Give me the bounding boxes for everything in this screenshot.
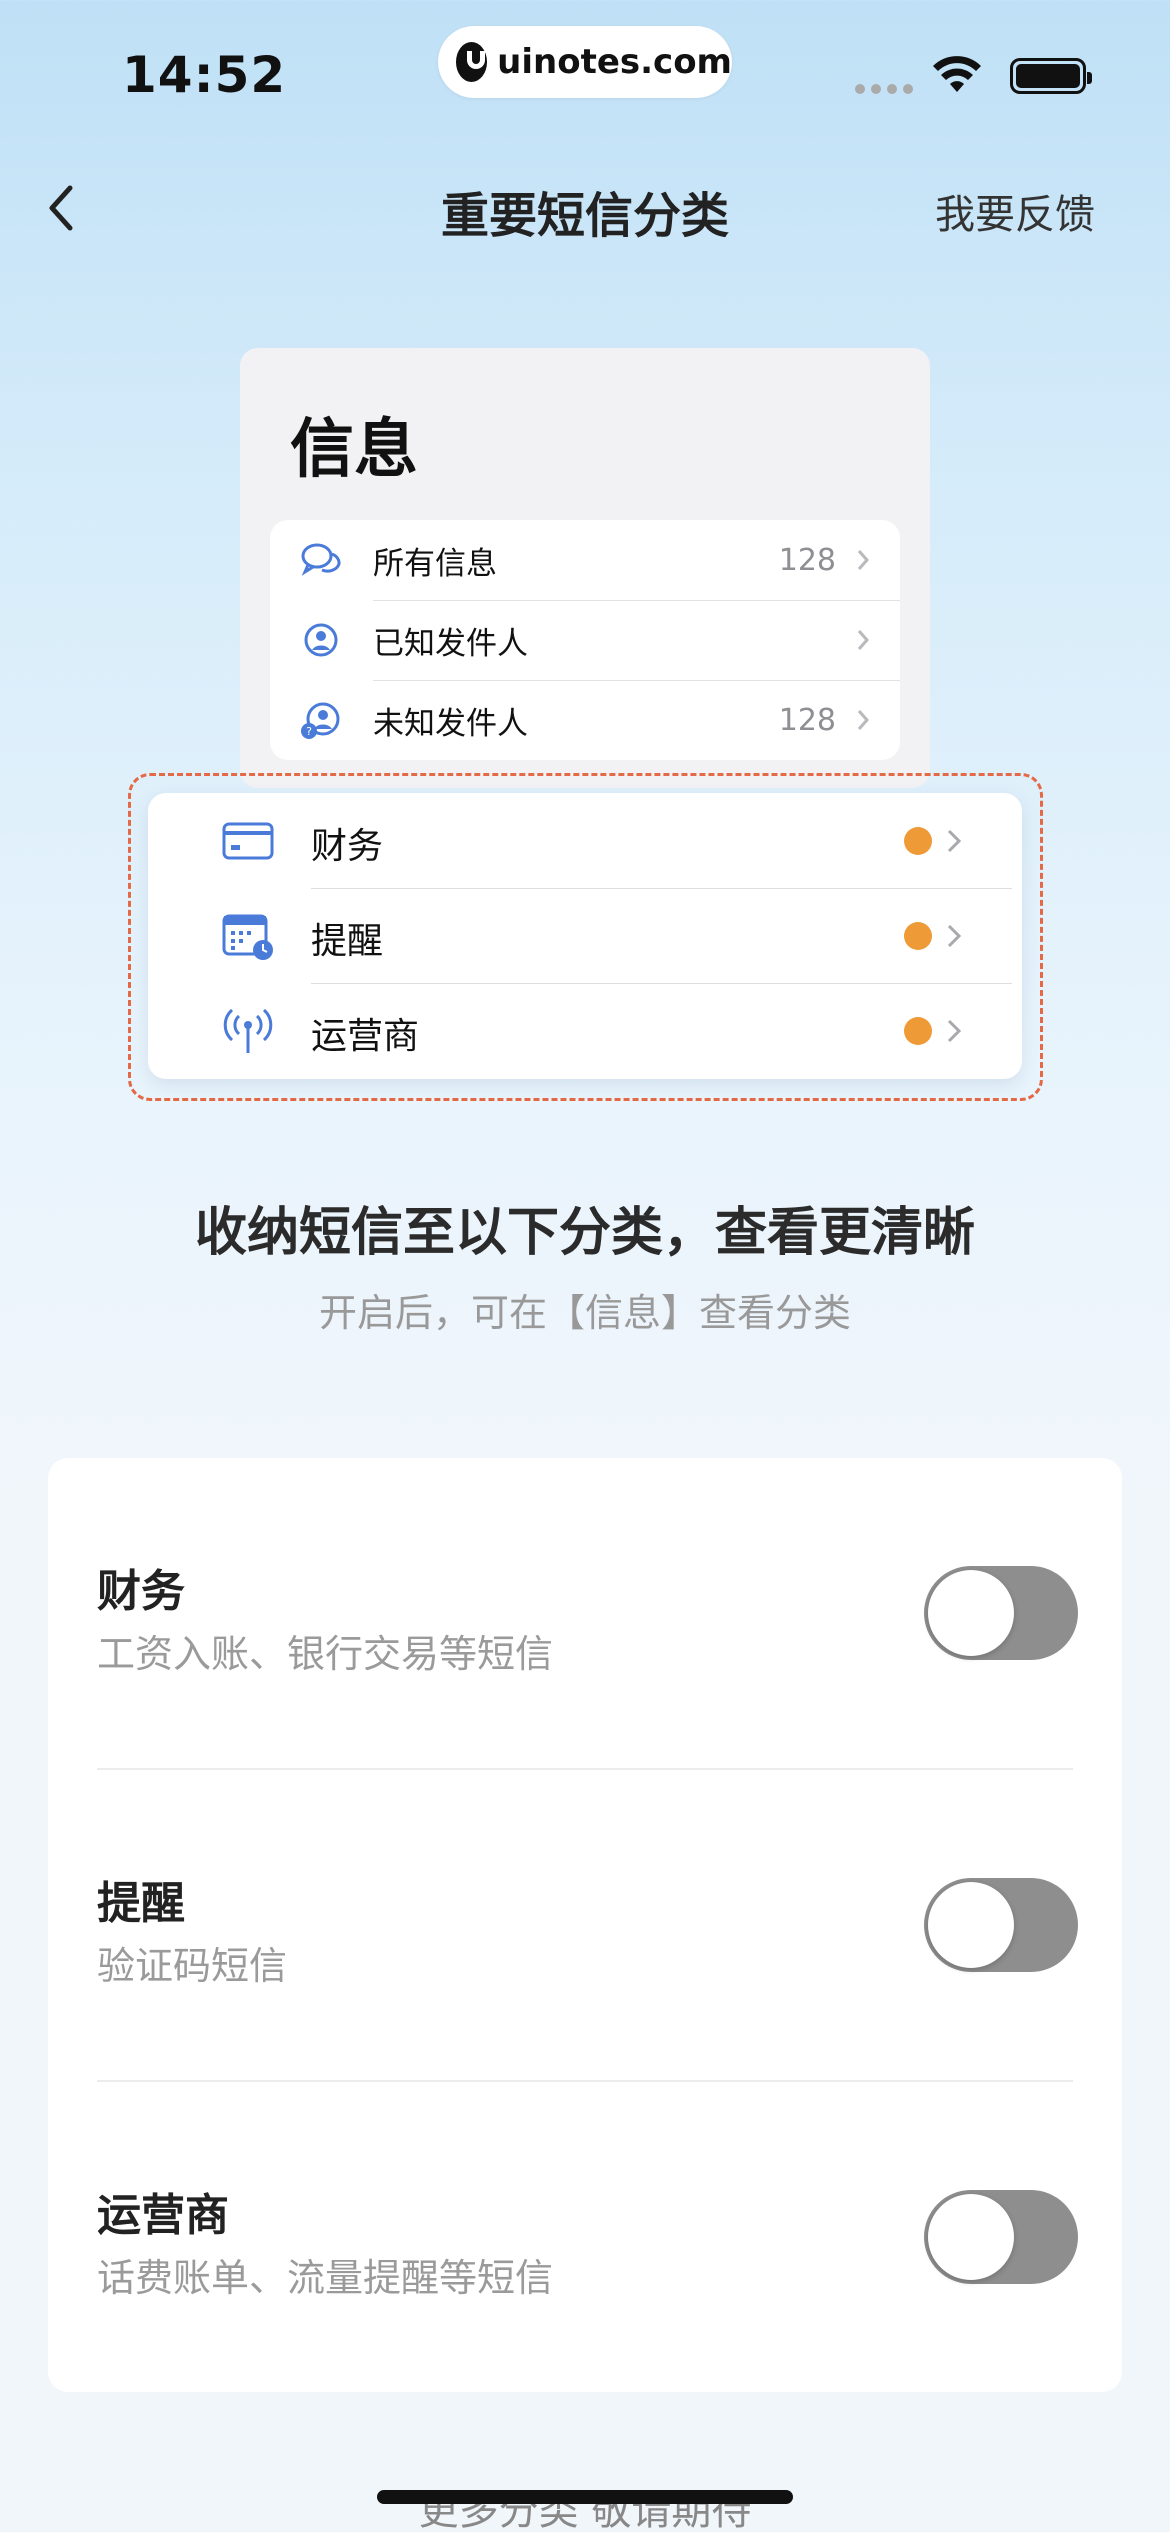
svg-text:?: ? xyxy=(306,725,312,738)
setting-row-reminder: 提醒 验证码短信 xyxy=(48,1770,1122,2082)
chevron-right-icon xyxy=(857,550,870,570)
category-label: 财务 xyxy=(311,826,384,867)
status-bar: 14:52 uinotes.com xyxy=(0,0,1170,140)
list-item-count: 128 xyxy=(778,702,836,738)
uinotes-logo-icon xyxy=(456,42,488,82)
setting-title: 财务 xyxy=(97,1566,185,1617)
card-icon xyxy=(222,822,274,860)
status-dot xyxy=(904,1017,932,1045)
more-categories-text: 更多分类 敬请期待 xyxy=(418,2488,752,2532)
list-item: 所有信息 128 xyxy=(270,520,900,600)
antenna-icon xyxy=(223,1008,273,1053)
category-row: 提醒 xyxy=(148,888,1022,983)
chevron-right-icon xyxy=(947,1019,962,1043)
finance-toggle[interactable] xyxy=(924,1566,1078,1660)
setting-title: 提醒 xyxy=(97,1878,185,1929)
list-item-label: 所有信息 xyxy=(373,545,497,582)
category-label: 运营商 xyxy=(311,1016,420,1057)
carrier-toggle[interactable] xyxy=(924,2190,1078,2284)
calendar-clock-icon xyxy=(222,914,273,960)
setting-description: 话费账单、流量提醒等短信 xyxy=(97,2256,554,2300)
category-row: 运营商 xyxy=(148,983,1022,1078)
list-item: ? 未知发件人 128 xyxy=(270,680,900,760)
list-item-label: 已知发件人 xyxy=(373,625,528,662)
headline: 收纳短信至以下分类，查看更清晰 xyxy=(194,1203,975,1263)
setting-title: 运营商 xyxy=(97,2190,229,2241)
chat-bubbles-icon xyxy=(301,543,341,576)
list-item-label: 未知发件人 xyxy=(373,705,528,742)
home-indicator[interactable] xyxy=(377,2490,793,2504)
cellular-signal-icon xyxy=(855,84,913,94)
category-label: 提醒 xyxy=(311,921,384,962)
subline: 开启后，可在【信息】查看分类 xyxy=(318,1291,851,1335)
reminder-toggle[interactable] xyxy=(924,1878,1078,1972)
list-item: 已知发件人 xyxy=(270,600,900,680)
chevron-right-icon xyxy=(857,710,870,730)
settings-card: 财务 工资入账、银行交易等短信 提醒 验证码短信 运营商 话费账单、流量提醒等短… xyxy=(48,1458,1122,2392)
battery-icon xyxy=(1010,58,1092,94)
chevron-right-icon xyxy=(947,829,962,853)
setting-row-carrier: 运营商 话费账单、流量提醒等短信 xyxy=(48,2082,1122,2394)
category-preview-card: 财务 提醒 运营商 xyxy=(148,793,1022,1079)
feedback-button[interactable]: 我要反馈 xyxy=(935,182,1095,240)
messages-preview: 信息 所有信息 128 已知发件人 ? 未知发件人 128 xyxy=(240,348,930,788)
status-dot xyxy=(904,922,932,950)
person-circle-icon xyxy=(304,623,338,657)
wifi-icon xyxy=(933,56,981,92)
setting-description: 验证码短信 xyxy=(97,1944,288,1988)
setting-row-finance: 财务 工资入账、银行交易等短信 xyxy=(48,1458,1122,1770)
url-text: uinotes.com xyxy=(497,42,732,82)
list-item-count: 128 xyxy=(778,542,836,578)
category-row: 财务 xyxy=(148,793,1022,888)
status-dot xyxy=(904,827,932,855)
unknown-person-icon: ? xyxy=(301,702,340,739)
url-pill[interactable]: uinotes.com xyxy=(438,26,732,98)
status-time: 14:52 xyxy=(122,46,287,104)
preview-list: 所有信息 128 已知发件人 ? 未知发件人 128 xyxy=(270,520,900,760)
chevron-right-icon xyxy=(947,924,962,948)
setting-description: 工资入账、银行交易等短信 xyxy=(97,1632,554,1676)
preview-title: 信息 xyxy=(290,413,418,487)
chevron-right-icon xyxy=(857,630,870,650)
